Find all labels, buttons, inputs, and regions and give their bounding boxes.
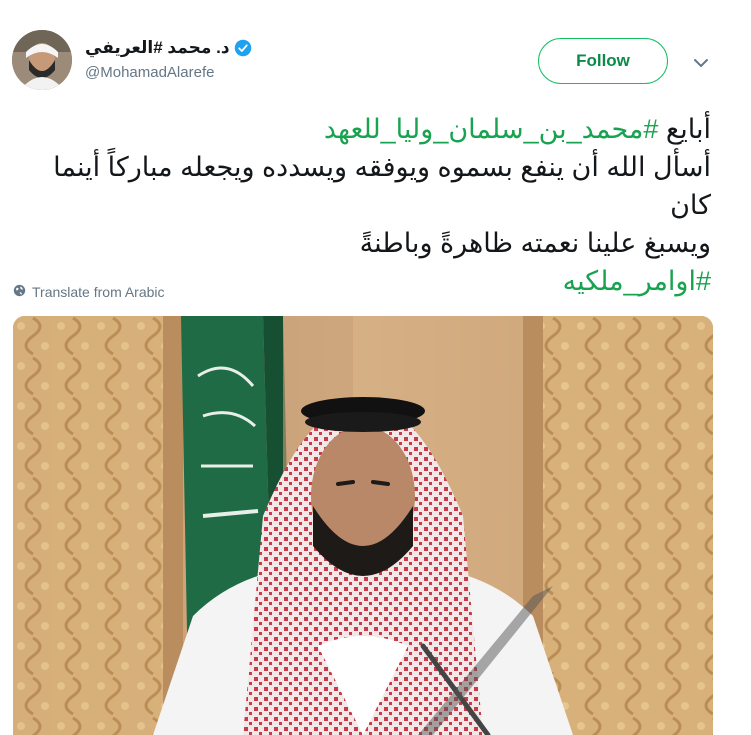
author-handle[interactable]: @MohamadAlarefe	[85, 64, 214, 81]
globe-icon	[13, 284, 26, 300]
tweet-text: أبايع #محمد_بن_سلمان_وليا_للعهد أسأل الل…	[21, 110, 711, 300]
tweet-line-1-prefix: أبايع	[658, 114, 711, 144]
translate-link[interactable]: Translate from Arabic	[13, 283, 165, 301]
hashtag-link[interactable]: #محمد_بن_سلمان_وليا_للعهد	[324, 114, 659, 144]
follow-button[interactable]: Follow	[538, 38, 668, 84]
tweet-header: د. محمد #العريفي @MohamadAlarefe Follow	[0, 0, 751, 100]
author-name-row[interactable]: د. محمد #العريفي	[85, 36, 252, 60]
translate-label: Translate from Arabic	[32, 284, 165, 300]
chevron-down-icon[interactable]	[692, 54, 710, 72]
hashtag-link[interactable]: #اوامر_ملكيه	[563, 266, 711, 296]
author-display-name[interactable]: د. محمد #العريفي	[85, 38, 230, 58]
tweet-photo[interactable]	[13, 316, 713, 735]
tweet-line-1: أبايع #محمد_بن_سلمان_وليا_للعهد	[21, 110, 711, 148]
verified-badge-icon	[234, 39, 252, 57]
avatar[interactable]	[12, 30, 72, 90]
tweet-line-3: ويسبغ علينا نعمته ظاهرةً وباطنةً	[359, 228, 711, 258]
tweet-line-2: أسأل الله أن ينفع بسموه ويوفقه ويسدده وي…	[53, 152, 711, 220]
